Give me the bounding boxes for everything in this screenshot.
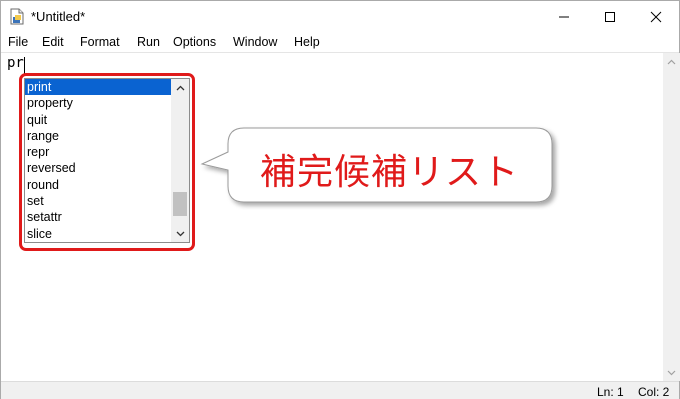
autocomplete-scroll-down-button[interactable] [171, 225, 189, 242]
maximize-icon [605, 11, 615, 22]
menu-help[interactable]: Help [294, 35, 320, 49]
autocomplete-item-setattr[interactable]: setattr [25, 209, 171, 225]
menu-window[interactable]: Window [233, 35, 277, 49]
status-line-number: Ln: 1 [597, 385, 624, 399]
editor-content: pr [7, 55, 24, 71]
idle-file-icon [9, 8, 25, 25]
menu-options[interactable]: Options [173, 35, 216, 49]
menu-bar: File Edit Format Run Options Window Help [1, 32, 679, 52]
title-bar[interactable]: *Untitled* [1, 1, 679, 32]
autocomplete-item-repr[interactable]: repr [25, 144, 171, 160]
autocomplete-item-set[interactable]: set [25, 193, 171, 209]
window-title: *Untitled* [31, 9, 86, 24]
status-bar: Ln: 1 Col: 2 [1, 381, 679, 399]
menu-file[interactable]: File [8, 35, 28, 49]
maximize-button[interactable] [587, 1, 633, 32]
minimize-button[interactable] [541, 1, 587, 32]
callout-label: 補完候補リスト [260, 152, 520, 193]
scroll-up-button[interactable] [663, 53, 680, 70]
menu-format[interactable]: Format [80, 35, 120, 49]
chevron-down-icon [176, 231, 184, 236]
autocomplete-item-round[interactable]: round [25, 177, 171, 193]
chevron-down-icon [667, 370, 676, 375]
minimize-icon [559, 16, 569, 17]
close-icon [650, 11, 662, 22]
autocomplete-item-range[interactable]: range [25, 128, 171, 144]
autocomplete-item-slice[interactable]: slice [25, 226, 171, 242]
status-column-number: Col: 2 [638, 385, 670, 399]
autocomplete-scrollbar[interactable] [171, 79, 189, 242]
editor-vertical-scrollbar[interactable] [663, 53, 680, 381]
chevron-up-icon [176, 85, 184, 90]
autocomplete-scroll-up-button[interactable] [171, 79, 189, 96]
scroll-down-button[interactable] [663, 364, 680, 381]
autocomplete-list[interactable]: print property quit range repr reversed … [24, 78, 190, 243]
close-button[interactable] [633, 1, 679, 32]
menu-edit[interactable]: Edit [42, 35, 64, 49]
text-caret [24, 57, 25, 74]
autocomplete-item-print[interactable]: print [25, 79, 171, 96]
autocomplete-items: print property quit range repr reversed … [25, 79, 171, 242]
chevron-up-icon [667, 59, 676, 64]
autocomplete-item-property[interactable]: property [25, 95, 171, 111]
menu-run[interactable]: Run [137, 35, 160, 49]
autocomplete-item-reversed[interactable]: reversed [25, 160, 171, 176]
autocomplete-item-quit[interactable]: quit [25, 112, 171, 128]
autocomplete-scroll-thumb[interactable] [173, 192, 187, 216]
